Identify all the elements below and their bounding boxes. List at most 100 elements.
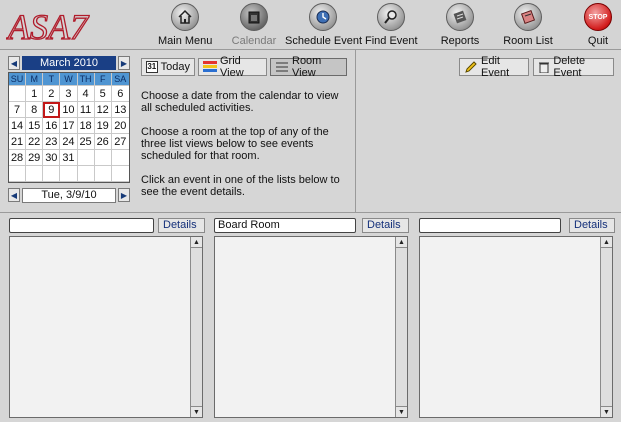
calendar-day[interactable]: 31 <box>60 150 78 166</box>
calendar-day[interactable]: 3 <box>60 86 78 102</box>
calendar-day[interactable]: 9 <box>43 102 61 118</box>
room-view-button[interactable]: Room View <box>270 55 347 79</box>
trash-icon <box>538 61 550 74</box>
instructions: Choose a date from the calendar to view … <box>141 90 351 210</box>
calendar-day[interactable]: 20 <box>111 118 129 134</box>
next-month-button[interactable]: ▶ <box>118 56 130 70</box>
instruction-text: Choose a room at the top of any of the t… <box>141 126 329 162</box>
calendar-empty-cell <box>94 166 112 182</box>
schedule-event-button[interactable]: Schedule Event <box>285 3 363 49</box>
scroll-up-icon[interactable]: ▲ <box>191 237 202 248</box>
calendar-day[interactable]: 29 <box>26 150 44 166</box>
toolbar: ASA7 Main Menu Calendar Schedule Event F… <box>0 0 621 50</box>
room-view-icon <box>275 61 289 73</box>
today-label: Today <box>160 61 190 73</box>
details-button[interactable]: Details <box>158 218 205 233</box>
day-of-week-header: TH <box>77 73 95 86</box>
today-button[interactable]: 31 Today <box>141 58 195 76</box>
calendar-day[interactable]: 23 <box>43 134 61 150</box>
event-list-1[interactable]: ▲ ▼ <box>9 236 203 418</box>
calendar-empty-cell <box>9 86 27 102</box>
calendar-day[interactable]: 6 <box>111 86 129 102</box>
calendar-button[interactable]: Calendar <box>230 3 278 49</box>
reports-button[interactable]: Reports <box>440 3 480 49</box>
calendar-empty-cell <box>94 150 112 166</box>
calendar-day[interactable]: 27 <box>111 134 129 150</box>
calendar-day[interactable]: 17 <box>60 118 78 134</box>
stop-icon: STOP <box>584 3 612 31</box>
prev-day-button[interactable]: ◀ <box>8 188 20 202</box>
calendar-day[interactable]: 15 <box>26 118 44 134</box>
room-list-column-3: Details ▲ ▼ <box>419 213 615 422</box>
calendar-day[interactable]: 30 <box>43 150 61 166</box>
main-menu-button[interactable]: Main Menu <box>158 3 212 49</box>
grid-view-button[interactable]: Grid View <box>198 55 267 79</box>
calendar-day[interactable]: 25 <box>77 134 95 150</box>
calendar-day[interactable]: 18 <box>77 118 95 134</box>
details-button[interactable]: Details <box>362 218 409 233</box>
calendar-grid: SU M T W TH F SA 1 2 3 4 5 6 7 8 9 10 11 12 13 14 15 16 17 18 19 2… <box>8 72 130 183</box>
day-of-week-header: W <box>60 73 78 86</box>
calendar-day[interactable]: 7 <box>9 102 27 118</box>
calendar-day[interactable]: 11 <box>77 102 95 118</box>
calendar-day[interactable]: 5 <box>94 86 112 102</box>
delete-event-button[interactable]: Delete Event <box>533 55 614 79</box>
calendar-day[interactable]: 13 <box>111 102 129 118</box>
calendar-empty-cell <box>9 166 27 182</box>
scroll-up-icon[interactable]: ▲ <box>601 237 612 248</box>
grid-view-icon <box>203 61 217 73</box>
schedule-event-label: Schedule Event <box>285 35 363 47</box>
quit-label: Quit <box>587 35 609 47</box>
scrollbar[interactable]: ▲ ▼ <box>395 237 407 417</box>
calendar-day[interactable]: 14 <box>9 118 27 134</box>
calendar-label: Calendar <box>231 35 277 47</box>
event-list-2[interactable]: ▲ ▼ <box>214 236 408 418</box>
calendar-day[interactable]: 21 <box>9 134 27 150</box>
calendar-empty-cell <box>111 166 129 182</box>
calendar-day[interactable]: 16 <box>43 118 61 134</box>
scroll-down-icon[interactable]: ▼ <box>601 406 612 417</box>
month-title: March 2010 <box>22 56 116 70</box>
event-list-3[interactable]: ▲ ▼ <box>419 236 613 418</box>
next-day-button[interactable]: ▶ <box>118 188 130 202</box>
find-event-button[interactable]: Find Event <box>365 3 418 49</box>
calendar-day[interactable]: 2 <box>43 86 61 102</box>
room-list-column-2: Board Room Details ▲ ▼ <box>214 213 410 422</box>
scrollbar[interactable]: ▲ ▼ <box>600 237 612 417</box>
calendar-empty-cell <box>77 150 95 166</box>
room-list-button[interactable]: Room List <box>503 3 553 49</box>
reports-icon <box>446 3 474 31</box>
calendar-day[interactable]: 28 <box>9 150 27 166</box>
calendar-day[interactable]: 22 <box>26 134 44 150</box>
calendar-empty-cell <box>111 150 129 166</box>
calendar-day[interactable]: 19 <box>94 118 112 134</box>
grid-view-label: Grid View <box>220 55 244 79</box>
calendar-day[interactable]: 4 <box>77 86 95 102</box>
room-list-icon <box>514 3 542 31</box>
day-of-week-header: F <box>94 73 112 86</box>
prev-month-button[interactable]: ◀ <box>8 56 20 70</box>
instruction-text: Choose a date from the calendar to view … <box>141 90 339 114</box>
calendar-day[interactable]: 1 <box>26 86 44 102</box>
calendar-day[interactable]: 10 <box>60 102 78 118</box>
quit-button[interactable]: STOP Quit <box>583 3 613 49</box>
room-select-3[interactable] <box>419 218 561 233</box>
scroll-up-icon[interactable]: ▲ <box>396 237 407 248</box>
scrollbar[interactable]: ▲ ▼ <box>190 237 202 417</box>
delete-event-label: Delete Event <box>553 55 586 79</box>
edit-event-button[interactable]: Edit Event <box>459 55 529 79</box>
scroll-down-icon[interactable]: ▼ <box>191 406 202 417</box>
calendar-day[interactable]: 8 <box>26 102 44 118</box>
scroll-down-icon[interactable]: ▼ <box>396 406 407 417</box>
room-select-2[interactable]: Board Room <box>214 218 356 233</box>
room-list-column-1: Details ▲ ▼ <box>9 213 205 422</box>
calendar-day[interactable]: 26 <box>94 134 112 150</box>
room-lists: Details ▲ ▼ Board Room Details ▲ ▼ Detai… <box>0 212 621 422</box>
room-select-1[interactable] <box>9 218 154 233</box>
magnifier-icon <box>377 3 405 31</box>
calendar-day[interactable]: 12 <box>94 102 112 118</box>
calendar-day[interactable]: 24 <box>60 134 78 150</box>
schedule-icon <box>309 3 337 31</box>
calendar-empty-cell <box>77 166 95 182</box>
details-button[interactable]: Details <box>569 218 615 233</box>
